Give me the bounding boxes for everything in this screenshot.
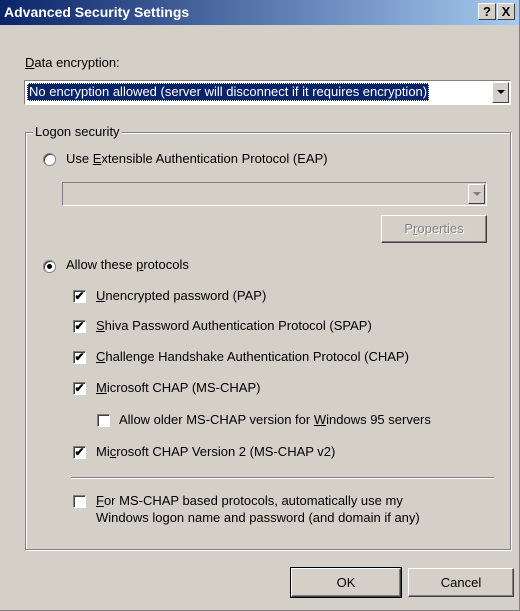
eap-label-post: xtensible Authentication Protocol (EAP)	[101, 151, 328, 166]
properties-pre: P	[404, 221, 414, 236]
title-bar[interactable]: Advanced Security Settings ? X	[0, 0, 519, 25]
data-encryption-label: Data encryption:	[25, 55, 120, 70]
pap-accel: U	[96, 288, 106, 303]
properties-button[interactable]: Properties	[381, 215, 487, 243]
spap-accel: S	[96, 318, 105, 333]
allow-post: rotocols	[143, 257, 189, 272]
older-ms-chap-accel: W	[313, 412, 327, 427]
eap-label-pre: Use	[66, 151, 93, 166]
eap-label[interactable]: Use Extensible Authentication Protocol (…	[66, 151, 328, 166]
ms-chap-accel: M	[96, 380, 107, 395]
pap-post: nencrypted password (PAP)	[105, 288, 267, 303]
allow-pre: Allow these	[66, 257, 137, 272]
cancel-button[interactable]: Cancel	[408, 568, 514, 597]
chevron-down-icon[interactable]	[492, 82, 509, 103]
auto-logon-post: or MS-CHAP based protocols, automaticall…	[103, 493, 403, 508]
advanced-security-settings-dialog: Advanced Security Settings ? X Data encr…	[0, 0, 520, 611]
eap-radio[interactable]	[43, 153, 56, 166]
ms-chap-checkbox[interactable]: ✔	[73, 382, 86, 395]
allow-protocols-label[interactable]: Allow these protocols	[66, 257, 189, 272]
label-accelerator: D	[25, 55, 35, 70]
pap-label[interactable]: Unencrypted password (PAP)	[96, 288, 266, 303]
auto-logon-checkbox[interactable]	[73, 495, 86, 508]
older-ms-chap-checkbox[interactable]	[97, 414, 110, 427]
window-title: Advanced Security Settings	[4, 4, 190, 20]
help-button[interactable]: ?	[478, 3, 496, 20]
chevron-down-icon[interactable]	[468, 184, 485, 204]
older-ms-chap-label[interactable]: Allow older MS-CHAP version for Windows …	[119, 412, 431, 427]
separator	[71, 477, 494, 479]
pap-checkbox[interactable]: ✔	[73, 290, 86, 303]
ms-chap-label[interactable]: Microsoft CHAP (MS-CHAP)	[96, 380, 260, 395]
ms-chap-post: icrosoft CHAP (MS-CHAP)	[106, 380, 261, 395]
close-button[interactable]: X	[497, 3, 515, 20]
selected-option: No encryption allowed (server will disco…	[27, 83, 430, 101]
auto-logon-line2: Windows logon name and password (and dom…	[96, 510, 420, 525]
spap-checkbox[interactable]: ✔	[73, 320, 86, 333]
older-ms-chap-post: indows 95 servers	[326, 412, 431, 427]
properties-post: operties	[417, 221, 464, 236]
auto-logon-accel: F	[96, 493, 104, 508]
auto-logon-label[interactable]: For MS-CHAP based protocols, automatical…	[96, 492, 420, 526]
ms-chap-v2-post: rosoft CHAP Version 2 (MS-CHAP v2)	[116, 444, 336, 459]
older-ms-chap-pre: Allow older MS-CHAP version for	[119, 412, 314, 427]
spap-label[interactable]: Shiva Password Authentication Protocol (…	[96, 318, 372, 333]
ms-chap-v2-pre: Mi	[96, 444, 110, 459]
data-encryption-select[interactable]: No encryption allowed (server will disco…	[24, 80, 511, 105]
label-rest: ata encryption:	[34, 55, 120, 70]
eap-type-select[interactable]	[62, 182, 487, 206]
chap-accel: C	[96, 349, 106, 364]
ms-chap-v2-label[interactable]: Microsoft CHAP Version 2 (MS-CHAP v2)	[96, 444, 335, 459]
chap-label[interactable]: Challenge Handshake Authentication Proto…	[96, 349, 409, 364]
ms-chap-v2-checkbox[interactable]: ✔	[73, 446, 86, 459]
chap-post: hallenge Handshake Authentication Protoc…	[105, 349, 409, 364]
chap-checkbox[interactable]: ✔	[73, 351, 86, 364]
logon-security-legend: Logon security	[33, 124, 122, 139]
allow-protocols-radio[interactable]	[43, 260, 56, 273]
ok-button[interactable]: OK	[290, 567, 402, 598]
spap-post: hiva Password Authentication Protocol (S…	[104, 318, 372, 333]
